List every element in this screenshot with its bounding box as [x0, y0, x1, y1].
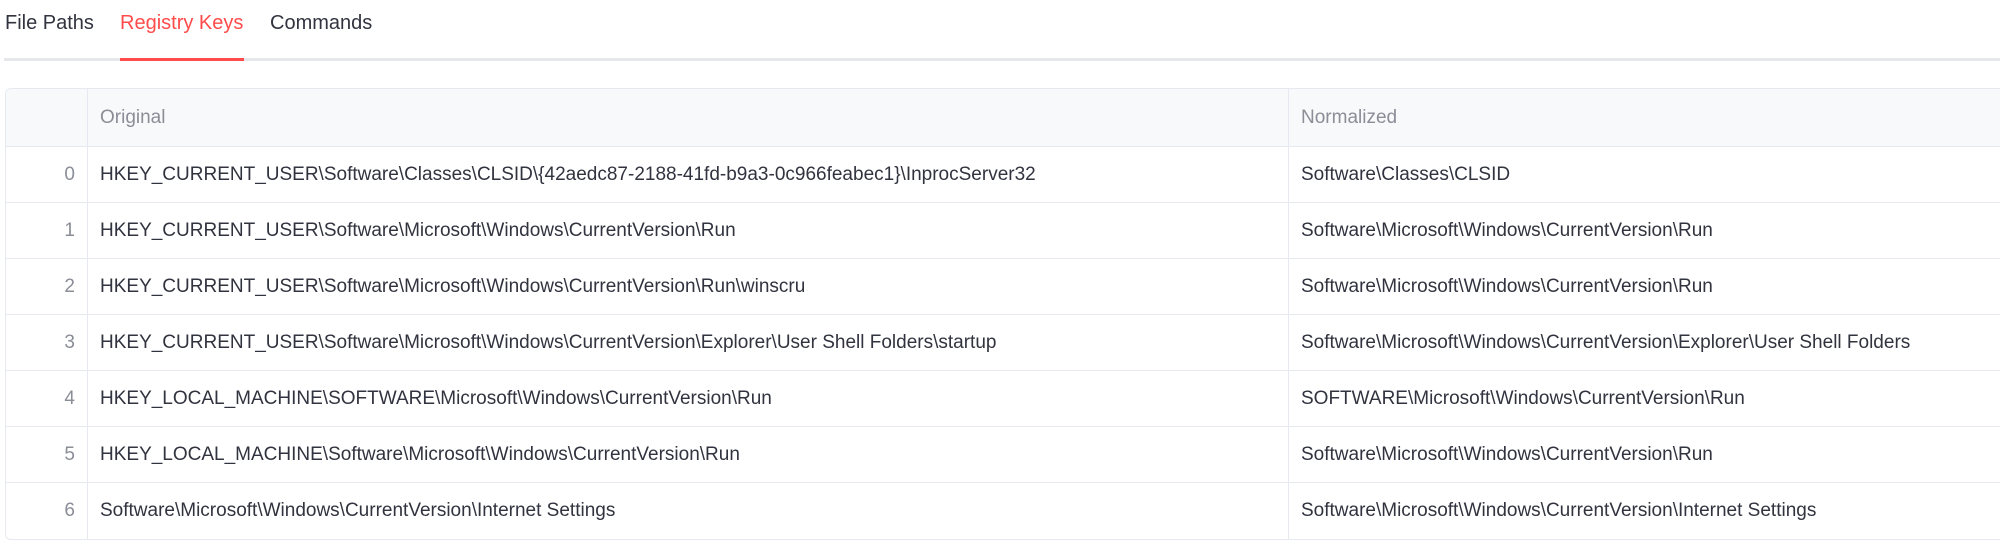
tab-bar: File Paths Registry Keys Commands	[0, 0, 2000, 61]
original-cell[interactable]: HKEY_LOCAL_MACHINE\Software\Microsoft\Wi…	[88, 427, 1289, 482]
original-cell[interactable]: Software\Microsoft\Windows\CurrentVersio…	[88, 483, 1289, 539]
tab-file-paths[interactable]: File Paths	[5, 10, 94, 50]
row-index: 3	[6, 315, 88, 370]
page: File Paths Registry Keys Commands Origin…	[0, 0, 2000, 540]
row-index: 2	[6, 259, 88, 314]
original-cell[interactable]: HKEY_CURRENT_USER\Software\Microsoft\Win…	[88, 259, 1289, 314]
table-row[interactable]: 4 HKEY_LOCAL_MACHINE\SOFTWARE\Microsoft\…	[6, 371, 2000, 427]
registry-keys-table[interactable]: Original Normalized 0 HKEY_CURRENT_USER\…	[5, 88, 2000, 540]
row-index: 4	[6, 371, 88, 426]
row-index: 5	[6, 427, 88, 482]
original-cell[interactable]: HKEY_LOCAL_MACHINE\SOFTWARE\Microsoft\Wi…	[88, 371, 1289, 426]
normalized-cell[interactable]: Software\Microsoft\Windows\CurrentVersio…	[1289, 483, 2000, 539]
table-header-row: Original Normalized	[6, 89, 2000, 147]
column-header-original[interactable]: Original	[88, 89, 1289, 146]
table-row[interactable]: 5 HKEY_LOCAL_MACHINE\Software\Microsoft\…	[6, 427, 2000, 483]
normalized-cell[interactable]: SOFTWARE\Microsoft\Windows\CurrentVersio…	[1289, 371, 2000, 426]
row-index: 6	[6, 483, 88, 539]
normalized-cell[interactable]: Software\Microsoft\Windows\CurrentVersio…	[1289, 203, 2000, 258]
table-row[interactable]: 3 HKEY_CURRENT_USER\Software\Microsoft\W…	[6, 315, 2000, 371]
active-tab-indicator	[120, 58, 244, 61]
normalized-cell[interactable]: Software\Microsoft\Windows\CurrentVersio…	[1289, 427, 2000, 482]
tab-commands[interactable]: Commands	[270, 10, 372, 50]
table-row[interactable]: 6 Software\Microsoft\Windows\CurrentVers…	[6, 483, 2000, 539]
table-row[interactable]: 2 HKEY_CURRENT_USER\Software\Microsoft\W…	[6, 259, 2000, 315]
normalized-cell[interactable]: Software\Microsoft\Windows\CurrentVersio…	[1289, 315, 2000, 370]
tab-registry-keys[interactable]: Registry Keys	[120, 10, 243, 50]
original-cell[interactable]: HKEY_CURRENT_USER\Software\Microsoft\Win…	[88, 315, 1289, 370]
normalized-cell[interactable]: Software\Microsoft\Windows\CurrentVersio…	[1289, 259, 2000, 314]
row-index: 0	[6, 147, 88, 202]
tab-bar-divider	[4, 58, 2000, 61]
row-index: 1	[6, 203, 88, 258]
original-cell[interactable]: HKEY_CURRENT_USER\Software\Classes\CLSID…	[88, 147, 1289, 202]
table-row[interactable]: 1 HKEY_CURRENT_USER\Software\Microsoft\W…	[6, 203, 2000, 259]
index-header-cell	[6, 89, 88, 146]
original-cell[interactable]: HKEY_CURRENT_USER\Software\Microsoft\Win…	[88, 203, 1289, 258]
table-row[interactable]: 0 HKEY_CURRENT_USER\Software\Classes\CLS…	[6, 147, 2000, 203]
column-header-normalized[interactable]: Normalized	[1289, 89, 2000, 146]
normalized-cell[interactable]: Software\Classes\CLSID	[1289, 147, 2000, 202]
